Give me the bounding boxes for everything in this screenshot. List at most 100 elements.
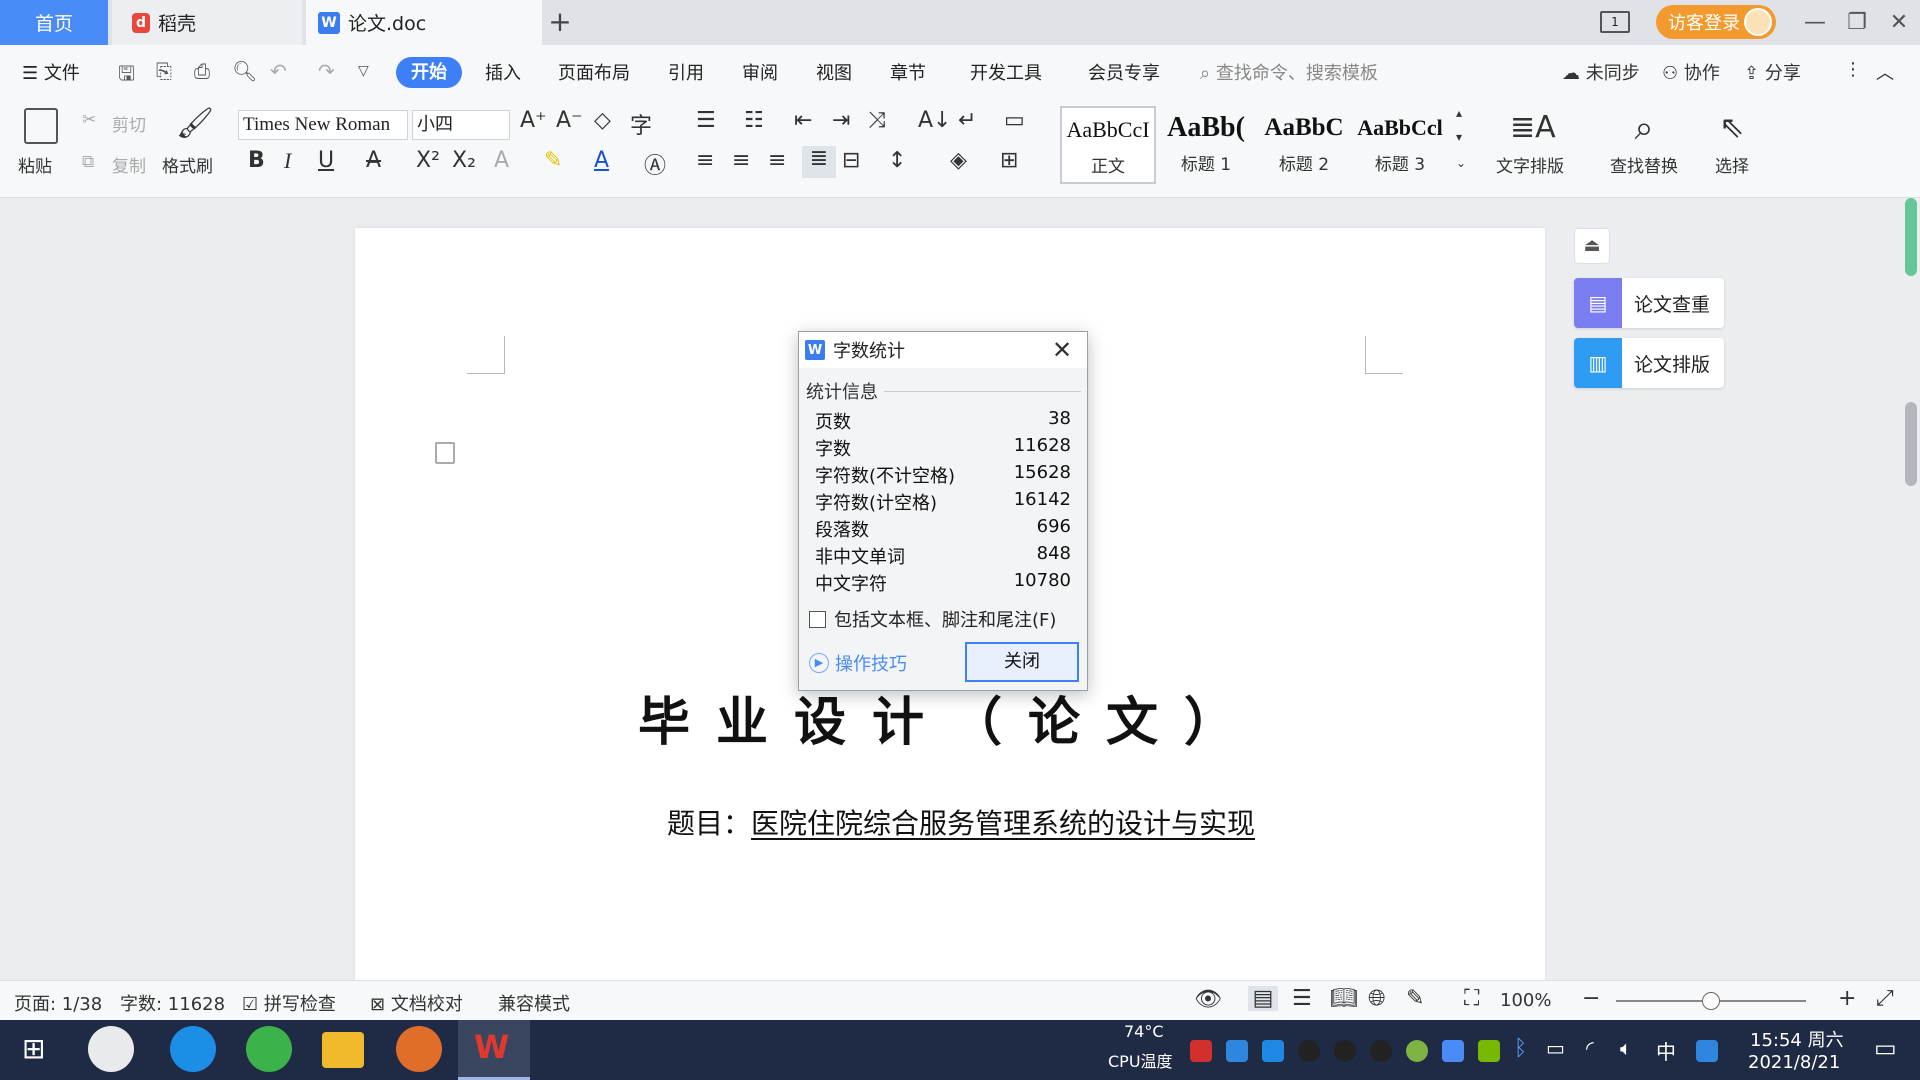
tab-references[interactable]: 引用 bbox=[668, 59, 704, 85]
print-icon[interactable]: ⎙ bbox=[194, 59, 210, 83]
justify-icon[interactable]: ≣ bbox=[802, 146, 836, 178]
sort-icon[interactable]: A↓ bbox=[918, 108, 951, 133]
browser-360-icon[interactable] bbox=[246, 1026, 292, 1072]
font-color-icon[interactable]: A bbox=[594, 148, 609, 173]
qq-icon[interactable] bbox=[1370, 1040, 1392, 1062]
dialog-titlebar[interactable]: W 字数统计 ✕ bbox=[799, 332, 1087, 368]
shading-icon[interactable]: ◈ bbox=[950, 148, 967, 173]
tray-app-icon[interactable] bbox=[1442, 1040, 1464, 1062]
tips-link[interactable]: ▶ 操作技巧 bbox=[809, 650, 907, 676]
underline-icon[interactable]: U bbox=[318, 148, 334, 173]
more-icon[interactable]: ⋮ bbox=[1844, 59, 1862, 80]
thesis-layout-button[interactable]: ▥ 论文排版 bbox=[1574, 338, 1724, 388]
bold-icon[interactable]: B bbox=[248, 148, 265, 173]
distributed-icon[interactable]: ⊟ bbox=[842, 148, 860, 173]
fit-page-icon[interactable]: ⛶ bbox=[1464, 986, 1479, 1011]
print-preview-icon[interactable]: 🔍︎ bbox=[232, 59, 257, 83]
zoom-out-icon[interactable]: − bbox=[1582, 986, 1600, 1011]
panel-layout-icon[interactable]: 1 bbox=[1600, 11, 1630, 33]
tab-developer[interactable]: 开发工具 bbox=[970, 59, 1042, 85]
tray-app-icon[interactable] bbox=[1406, 1040, 1428, 1062]
paste-icon[interactable] bbox=[24, 108, 58, 144]
doc-proof-button[interactable]: ⊠ 文档校对 bbox=[370, 990, 463, 1016]
show-marks-icon[interactable]: ↵ bbox=[958, 108, 976, 133]
ime-indicator[interactable]: 中 bbox=[1656, 1036, 1676, 1065]
paste-button[interactable]: 粘贴 bbox=[18, 152, 52, 177]
restore-icon[interactable]: ❐ bbox=[1842, 8, 1872, 38]
cut-button[interactable]: 剪切 bbox=[112, 111, 146, 136]
styles-scroll-up-icon[interactable]: ▴ bbox=[1456, 106, 1462, 120]
tab-insert[interactable]: 插入 bbox=[485, 59, 521, 85]
strikethrough-icon[interactable]: A bbox=[366, 148, 381, 173]
superscript-icon[interactable]: X² bbox=[416, 148, 440, 173]
subscript-icon[interactable]: X₂ bbox=[452, 148, 476, 173]
undo-icon[interactable]: ↶ bbox=[270, 59, 287, 83]
align-left-icon[interactable]: ≡ bbox=[696, 148, 714, 173]
ie-browser-icon[interactable] bbox=[170, 1026, 216, 1072]
redo-icon[interactable]: ↷ bbox=[318, 59, 335, 83]
style-heading-3[interactable]: AaBbCcl 标题 3 bbox=[1352, 106, 1448, 184]
tab-start[interactable]: 开始 bbox=[396, 57, 462, 88]
clock-time[interactable]: 15:54 周六 bbox=[1750, 1026, 1844, 1052]
scrollbar-thumb[interactable] bbox=[1905, 402, 1917, 486]
align-right-icon[interactable]: ≡ bbox=[768, 148, 786, 173]
fan-app-icon[interactable] bbox=[88, 1026, 134, 1072]
guest-login-button[interactable]: 访客登录 bbox=[1656, 5, 1776, 39]
share-button[interactable]: ⇪ 分享 bbox=[1744, 59, 1801, 85]
styles-scroll-down-icon[interactable]: ▾ bbox=[1456, 130, 1462, 144]
chinese-layout-icon[interactable]: ⤨ bbox=[868, 108, 886, 133]
clear-format-icon[interactable]: ◇ bbox=[594, 108, 611, 133]
style-heading-2[interactable]: AaBbC 标题 2 bbox=[1256, 106, 1352, 184]
file-menu[interactable]: ☰ 文件 bbox=[22, 59, 80, 85]
line-spacing-icon[interactable]: ↕ bbox=[888, 148, 906, 173]
clock-date[interactable]: 2021/8/21 bbox=[1748, 1052, 1840, 1073]
command-search[interactable]: ⌕ 查找命令、搜索模板 bbox=[1200, 59, 1378, 85]
page-indicator[interactable]: 页面: 1/38 bbox=[14, 990, 102, 1016]
bluetooth-icon[interactable]: ᛒ bbox=[1514, 1036, 1527, 1061]
tab-member[interactable]: 会员专享 bbox=[1088, 59, 1160, 85]
tab-home[interactable]: 首页 bbox=[0, 0, 108, 45]
write-view-icon[interactable]: ✎ bbox=[1406, 986, 1424, 1011]
phonetic-guide-icon[interactable]: 字 bbox=[630, 108, 652, 140]
web-view-icon[interactable]: 🌐︎ bbox=[1368, 986, 1386, 1011]
select-button[interactable]: ⇖ 选择 bbox=[1712, 108, 1752, 177]
minimize-icon[interactable]: — bbox=[1800, 8, 1830, 38]
outline-view-icon[interactable]: ☰ bbox=[1292, 986, 1312, 1011]
decrease-indent-icon[interactable]: ⇤ bbox=[794, 108, 812, 133]
close-button[interactable]: 关闭 bbox=[965, 642, 1079, 682]
reading-view-icon[interactable]: 📖︎ bbox=[1330, 986, 1358, 1011]
tab-review[interactable]: 审阅 bbox=[742, 59, 778, 85]
font-name-select[interactable]: Times New Roman bbox=[238, 110, 408, 140]
tab-document[interactable]: W 论文.doc bbox=[306, 0, 542, 45]
qq-browser-icon[interactable] bbox=[1696, 1040, 1718, 1062]
windows-start-icon[interactable]: ⊞ bbox=[22, 1032, 45, 1065]
vertical-scrollbar[interactable] bbox=[1904, 198, 1920, 978]
shield-icon[interactable] bbox=[1262, 1040, 1284, 1062]
zoom-in-icon[interactable]: + bbox=[1838, 986, 1856, 1011]
tab-view[interactable]: 视图 bbox=[816, 59, 852, 85]
numbered-list-icon[interactable]: ☷ bbox=[744, 108, 764, 133]
style-heading-1[interactable]: AaBb( 标题 1 bbox=[1158, 106, 1254, 184]
game-app-icon[interactable] bbox=[396, 1026, 442, 1072]
tab-chapter[interactable]: 章节 bbox=[890, 59, 926, 85]
page-view-icon[interactable]: ▤ bbox=[1248, 986, 1278, 1011]
wps-taskbar-item[interactable]: W bbox=[458, 1020, 530, 1080]
nvidia-icon[interactable] bbox=[1478, 1040, 1500, 1062]
fullscreen-icon[interactable]: ⤢ bbox=[1876, 986, 1894, 1011]
collapse-ribbon-icon[interactable]: ︿ bbox=[1876, 59, 1894, 85]
italic-icon[interactable]: I bbox=[284, 148, 291, 174]
tray-app-icon[interactable] bbox=[1226, 1040, 1248, 1062]
customize-toolbar-icon[interactable]: ▽ bbox=[358, 63, 369, 79]
increase-indent-icon[interactable]: ⇥ bbox=[832, 108, 850, 133]
styles-expand-icon[interactable]: ⌄ bbox=[1456, 156, 1466, 170]
zoom-slider-handle[interactable] bbox=[1702, 992, 1720, 1010]
collaborate-button[interactable]: ⚇ 协作 bbox=[1662, 59, 1720, 85]
copy-button[interactable]: 复制 bbox=[112, 152, 146, 177]
text-layout-button[interactable]: ≣A 文字排版 bbox=[1496, 108, 1564, 177]
bullet-list-icon[interactable]: ☰ bbox=[696, 108, 716, 133]
file-explorer-icon[interactable] bbox=[322, 1032, 364, 1068]
text-effect-icon[interactable]: A bbox=[494, 148, 509, 173]
tab-daoke[interactable]: d 稻壳 bbox=[112, 0, 302, 45]
tab-page-layout[interactable]: 页面布局 bbox=[558, 59, 630, 85]
dialog-close-icon[interactable]: ✕ bbox=[1049, 336, 1075, 364]
